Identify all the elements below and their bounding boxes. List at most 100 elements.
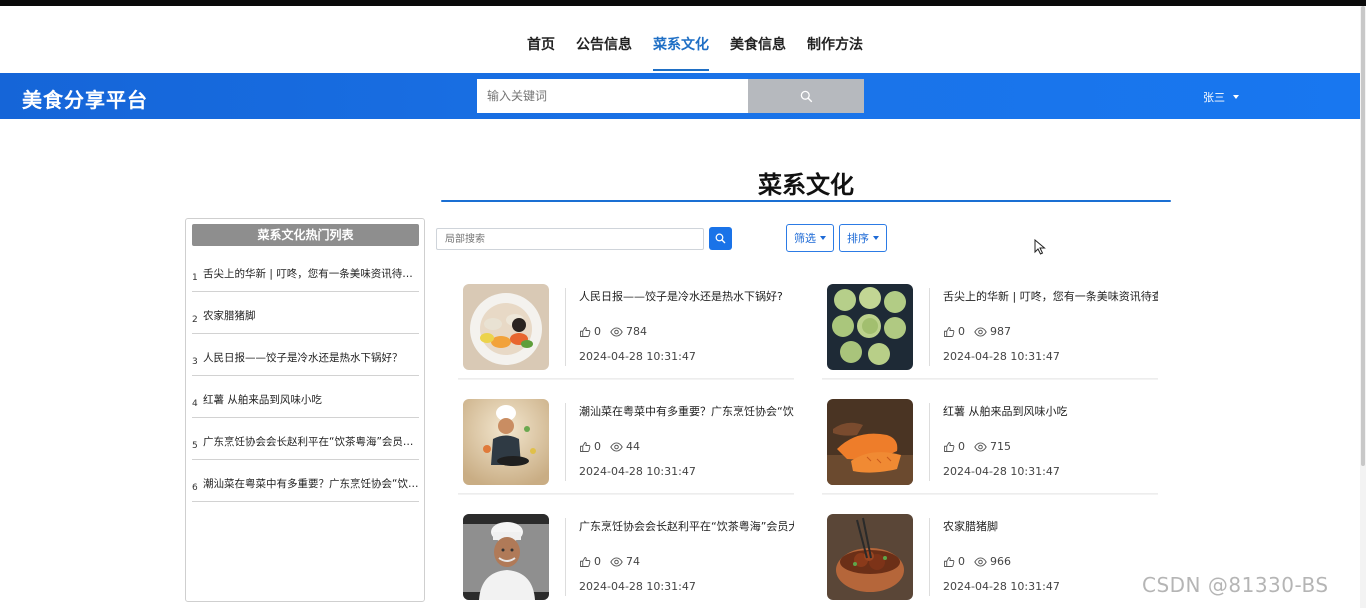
filter-dropdown-button[interactable]: 筛选 [786,224,834,252]
nav-item-food-info[interactable]: 美食信息 [730,34,786,70]
view-count: 966 [990,555,1011,568]
thumbs-up-icon[interactable] [579,556,591,568]
watermark: CSDN @81330-BS [1142,573,1329,597]
hot-list-rank: 3 [192,357,198,367]
site-brand[interactable]: 美食分享平台 [22,84,148,113]
site-header: 美食分享平台 张三 [0,73,1360,119]
title-underline [441,200,1171,202]
hot-list-text: 舌尖上的华新 | 叮咚，您有一条美味资讯待查收 [203,268,419,280]
article-stats: 0 784 [579,325,647,338]
article-title[interactable]: 舌尖上的华新 | 叮咚，您有一条美味资讯待查收 [943,288,1158,304]
article-title[interactable]: 广东烹饪协会会长赵利平在“饮茶粤海”会员大会 [579,518,794,534]
article-title[interactable]: 农家腊猪脚 [943,518,1158,534]
hot-list-text: 人民日报——饺子是冷水还是热水下锅好？ [203,352,403,364]
article-stats: 0 715 [943,440,1011,453]
view-count: 44 [626,440,640,453]
page-title: 菜系文化 [758,171,854,199]
thumbs-up-icon[interactable] [579,441,591,453]
card-divider [929,403,930,481]
article-card[interactable]: 人民日报——饺子是冷水还是热水下锅好? 0 784 2024-04-28 10:… [458,282,794,380]
thumbs-up-icon[interactable] [943,556,955,568]
search-icon [800,90,812,102]
chevron-down-icon [820,236,826,240]
article-card[interactable]: 广东烹饪协会会长赵利平在“饮茶粤海”会员大会 0 74 2024-04-28 1… [458,512,794,608]
local-search-button[interactable] [709,227,732,250]
nav-item-recipes[interactable]: 制作方法 [807,34,863,70]
hot-list-rank: 1 [192,273,198,283]
chevron-down-icon [1233,95,1239,99]
article-thumbnail[interactable] [827,514,913,600]
article-date: 2024-04-28 10:31:47 [579,350,696,363]
hot-list-item[interactable]: 5 广东烹饪协会会长赵利平在“饮茶粤海”会员大会上讲话 [192,418,419,460]
like-count: 0 [594,555,601,568]
article-thumbnail[interactable] [463,399,549,485]
user-name: 张三 [1203,91,1225,104]
search-icon [715,233,726,244]
hot-list-item[interactable]: 3 人民日报——饺子是冷水还是热水下锅好？ [192,334,419,376]
sort-label: 排序 [847,232,869,245]
view-count: 784 [626,325,647,338]
hot-list-item[interactable]: 4 红薯 从舶来品到风味小吃 [192,376,419,418]
user-menu[interactable]: 张三 [1203,89,1239,105]
hot-list-text: 红薯 从舶来品到风味小吃 [203,394,322,406]
like-count: 0 [958,325,965,338]
hot-list-text: 广东烹饪协会会长赵利平在“饮茶粤海”会员大会上讲话 [203,436,419,448]
article-date: 2024-04-28 10:31:47 [579,465,696,478]
article-date: 2024-04-28 10:31:47 [579,580,696,593]
local-search-input[interactable] [436,228,704,250]
hot-list-rank: 5 [192,441,198,451]
article-date: 2024-04-28 10:31:47 [943,465,1060,478]
hot-list-panel: 菜系文化热门列表 1 舌尖上的华新 | 叮咚，您有一条美味资讯待查收 2 农家腊猪脚… [185,218,425,602]
eye-icon [974,441,987,453]
nav-item-announcements[interactable]: 公告信息 [576,34,632,70]
article-card[interactable]: 潮汕菜在粤菜中有多重要？广东烹饪协会“饮茶粤海” 0 44 2024-04-28… [458,397,794,495]
article-card[interactable]: 红薯 从舶来品到风味小吃 0 715 2024-04-28 10:31:47 [822,397,1158,495]
card-divider [565,288,566,366]
hot-list-rank: 2 [192,315,198,325]
article-thumbnail[interactable] [463,514,549,600]
article-stats: 0 966 [943,555,1011,568]
article-card[interactable]: 舌尖上的华新 | 叮咚，您有一条美味资讯待查收 0 987 2024-04-28… [822,282,1158,380]
top-navigation: 首页 公告信息 菜系文化 美食信息 制作方法 [0,6,1360,73]
eye-icon [610,326,623,338]
hot-list-item[interactable]: 6 潮汕菜在粤菜中有多重要？广东烹饪协会“饮茶粤海” [192,460,419,502]
view-count: 74 [626,555,640,568]
like-count: 0 [594,440,601,453]
page-scrollbar[interactable] [1360,6,1366,608]
thumbs-up-icon[interactable] [579,326,591,338]
scrollbar-thumb[interactable] [1361,6,1365,466]
eye-icon [610,556,623,568]
like-count: 0 [958,555,965,568]
mouse-pointer-icon [1034,239,1046,255]
hot-list-item[interactable]: 1 舌尖上的华新 | 叮咚，您有一条美味资讯待查收 [192,250,419,292]
article-title[interactable]: 红薯 从舶来品到风味小吃 [943,403,1158,419]
sort-dropdown-button[interactable]: 排序 [839,224,887,252]
thumbs-up-icon[interactable] [943,326,955,338]
hot-list-text: 潮汕菜在粤菜中有多重要？广东烹饪协会“饮茶粤海” [203,478,419,490]
hot-list-rank: 4 [192,399,198,409]
thumbs-up-icon[interactable] [943,441,955,453]
eye-icon [974,326,987,338]
article-date: 2024-04-28 10:31:47 [943,580,1060,593]
hot-list-title: 菜系文化热门列表 [192,224,419,246]
view-count: 987 [990,325,1011,338]
eye-icon [974,556,987,568]
like-count: 0 [958,440,965,453]
article-title[interactable]: 人民日报——饺子是冷水还是热水下锅好? [579,288,794,304]
article-date: 2024-04-28 10:31:47 [943,350,1060,363]
like-count: 0 [594,325,601,338]
search-button[interactable] [748,79,864,113]
search-input[interactable] [477,79,748,113]
article-title[interactable]: 潮汕菜在粤菜中有多重要？广东烹饪协会“饮茶粤海” [579,403,794,419]
article-thumbnail[interactable] [463,284,549,370]
hot-list-item[interactable]: 2 农家腊猪脚 [192,292,419,334]
article-thumbnail[interactable] [827,284,913,370]
nav-item-home[interactable]: 首页 [527,34,555,70]
article-card[interactable]: 农家腊猪脚 0 966 2024-04-28 10:31:47 [822,512,1158,608]
hot-list: 1 舌尖上的华新 | 叮咚，您有一条美味资讯待查收 2 农家腊猪脚 3 人民日报——饺… [192,250,419,502]
chevron-down-icon [873,236,879,240]
nav-item-cuisine-culture[interactable]: 菜系文化 [653,34,709,71]
article-thumbnail[interactable] [827,399,913,485]
card-divider [929,518,930,596]
hot-list-rank: 6 [192,483,198,493]
